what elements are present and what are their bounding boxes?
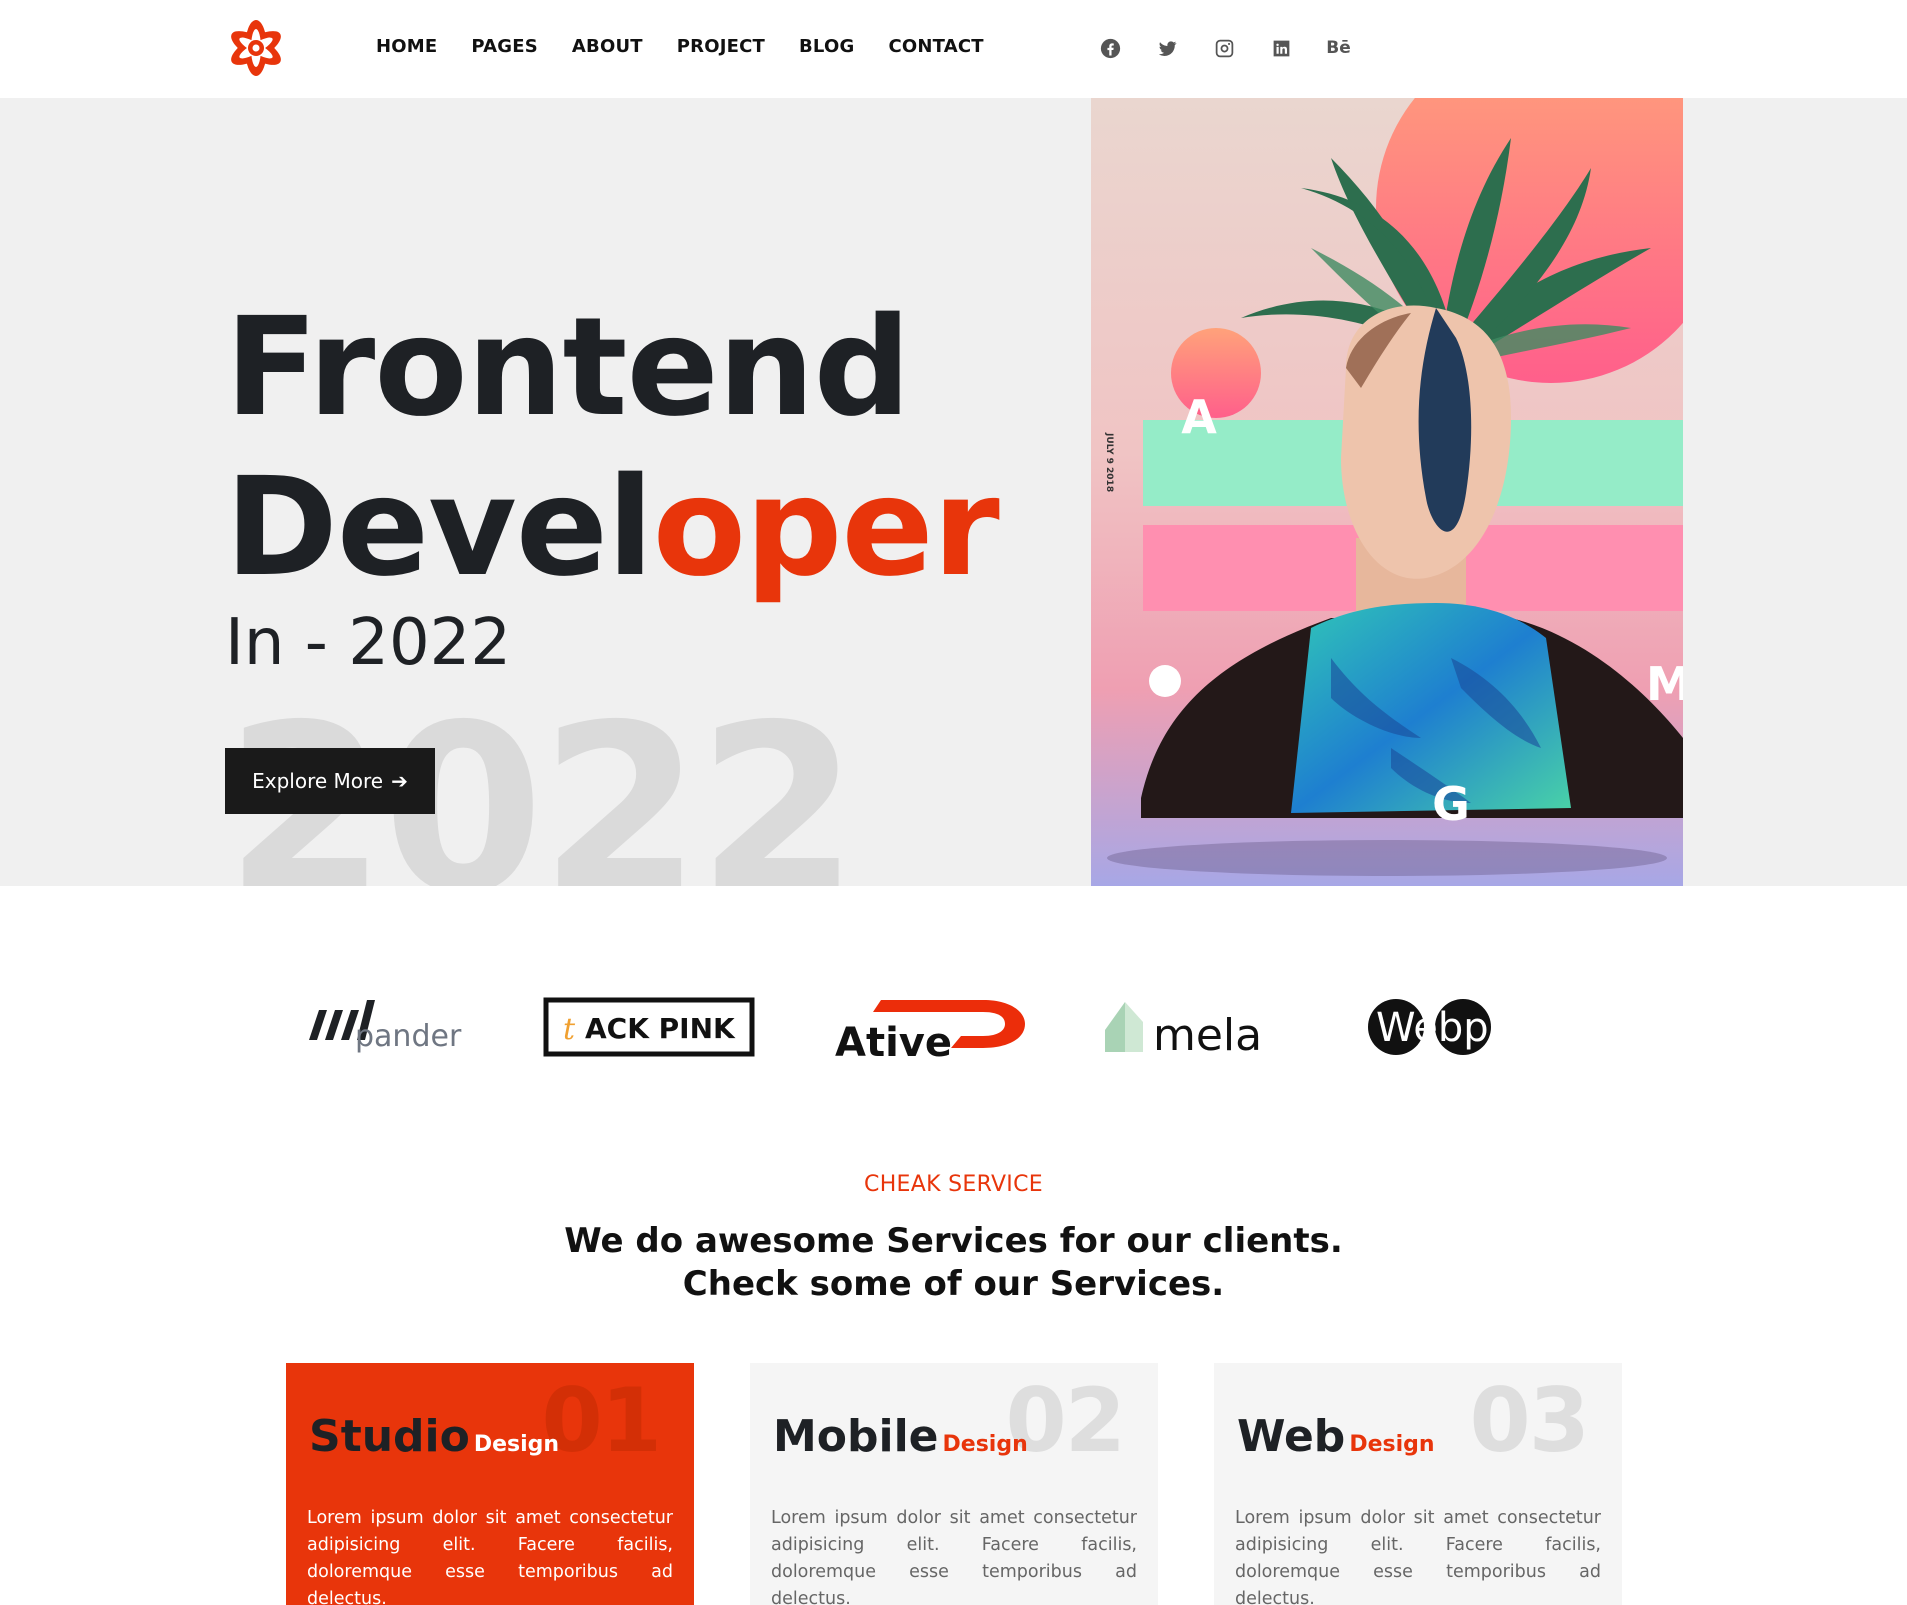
navbar: HOME PAGES ABOUT PROJECT BLOG CONTACT Bē bbox=[0, 0, 1907, 98]
behance-icon[interactable]: Bē bbox=[1310, 36, 1367, 60]
hero-subtitle: In - 2022 bbox=[225, 606, 512, 680]
service-title: Web Design bbox=[1237, 1411, 1435, 1462]
social-links: Bē bbox=[1082, 36, 1367, 60]
service-title: Mobile Design bbox=[773, 1411, 1028, 1462]
nav-blog[interactable]: BLOG bbox=[799, 36, 854, 57]
hero-illustration: A M G JULY 9 2018 bbox=[1091, 98, 1683, 886]
art-date: JULY 9 2018 bbox=[1104, 432, 1114, 492]
hero-title-line1: Frontend bbox=[225, 289, 911, 447]
explore-more-label: Explore More bbox=[252, 769, 384, 793]
svg-text:Webpro: Webpro bbox=[1376, 1005, 1529, 1051]
service-number: 03 bbox=[1469, 1369, 1590, 1472]
hero-section: 2022 Frontend Developer In - 2022 Explor… bbox=[0, 98, 1907, 886]
service-title: Studio Design bbox=[309, 1411, 560, 1462]
client-logos: pander t ACK PINK Ative mela Webpro bbox=[0, 990, 1907, 1070]
art-letter-m: M bbox=[1646, 657, 1683, 711]
nav-project[interactable]: PROJECT bbox=[677, 36, 765, 57]
client-logo-pander[interactable]: pander bbox=[303, 990, 468, 1064]
service-number: 01 bbox=[541, 1369, 662, 1472]
nav-pages[interactable]: PAGES bbox=[471, 36, 538, 57]
explore-more-button[interactable]: Explore More ➔ bbox=[225, 748, 435, 814]
nav-about[interactable]: ABOUT bbox=[572, 36, 643, 57]
svg-text:Ative: Ative bbox=[835, 1020, 952, 1064]
client-logo-ackpink[interactable]: t ACK PINK bbox=[543, 990, 755, 1064]
instagram-icon[interactable] bbox=[1196, 36, 1253, 60]
nav-contact[interactable]: CONTACT bbox=[888, 36, 983, 57]
linkedin-icon[interactable] bbox=[1253, 36, 1310, 60]
services-heading: We do awesome Services for our clients. … bbox=[0, 1220, 1907, 1306]
svg-text:t: t bbox=[563, 1012, 576, 1047]
services-heading-line2: Check some of our Services. bbox=[682, 1264, 1225, 1304]
client-logo-mela[interactable]: mela bbox=[1103, 990, 1291, 1064]
logo-icon[interactable] bbox=[225, 16, 287, 80]
facebook-icon[interactable] bbox=[1082, 36, 1139, 60]
arrow-right-icon: ➔ bbox=[391, 769, 408, 793]
hero-title: Frontend Developer bbox=[225, 288, 1000, 608]
service-description: Lorem ipsum dolor sit amet consectetur a… bbox=[1235, 1508, 1601, 1605]
client-logo-ative[interactable]: Ative bbox=[833, 990, 1025, 1064]
art-letter-a: A bbox=[1181, 390, 1217, 444]
svg-text:ACK PINK: ACK PINK bbox=[585, 1012, 736, 1045]
service-description: Lorem ipsum dolor sit amet consectetur a… bbox=[771, 1508, 1137, 1605]
service-card-studio[interactable]: 01 Studio Design Lorem ipsum dolor sit am… bbox=[286, 1363, 694, 1605]
main-nav: HOME PAGES ABOUT PROJECT BLOG CONTACT bbox=[376, 36, 1018, 57]
hero-title-line2: Devel bbox=[225, 449, 654, 607]
nav-home[interactable]: HOME bbox=[376, 36, 437, 57]
services-heading-line1: We do awesome Services for our clients. bbox=[564, 1221, 1343, 1261]
hero-title-accent: oper bbox=[652, 449, 1000, 607]
service-card-mobile[interactable]: 02 Mobile Design Lorem ipsum dolor sit am… bbox=[750, 1363, 1158, 1605]
art-letter-g: G bbox=[1432, 777, 1470, 831]
client-logo-webpro[interactable]: Webpro bbox=[1366, 990, 1561, 1064]
twitter-icon[interactable] bbox=[1139, 36, 1196, 60]
svg-text:mela: mela bbox=[1153, 1010, 1262, 1061]
services-kicker: CHEAK SERVICE bbox=[864, 1172, 1043, 1197]
service-description: Lorem ipsum dolor sit amet consectetur a… bbox=[307, 1508, 673, 1605]
service-card-web[interactable]: 03 Web Design Lorem ipsum dolor sit amet … bbox=[1214, 1363, 1622, 1605]
hero-artwork: A M G JULY 9 2018 bbox=[1104, 98, 1683, 876]
svg-text:pander: pander bbox=[355, 1019, 462, 1054]
